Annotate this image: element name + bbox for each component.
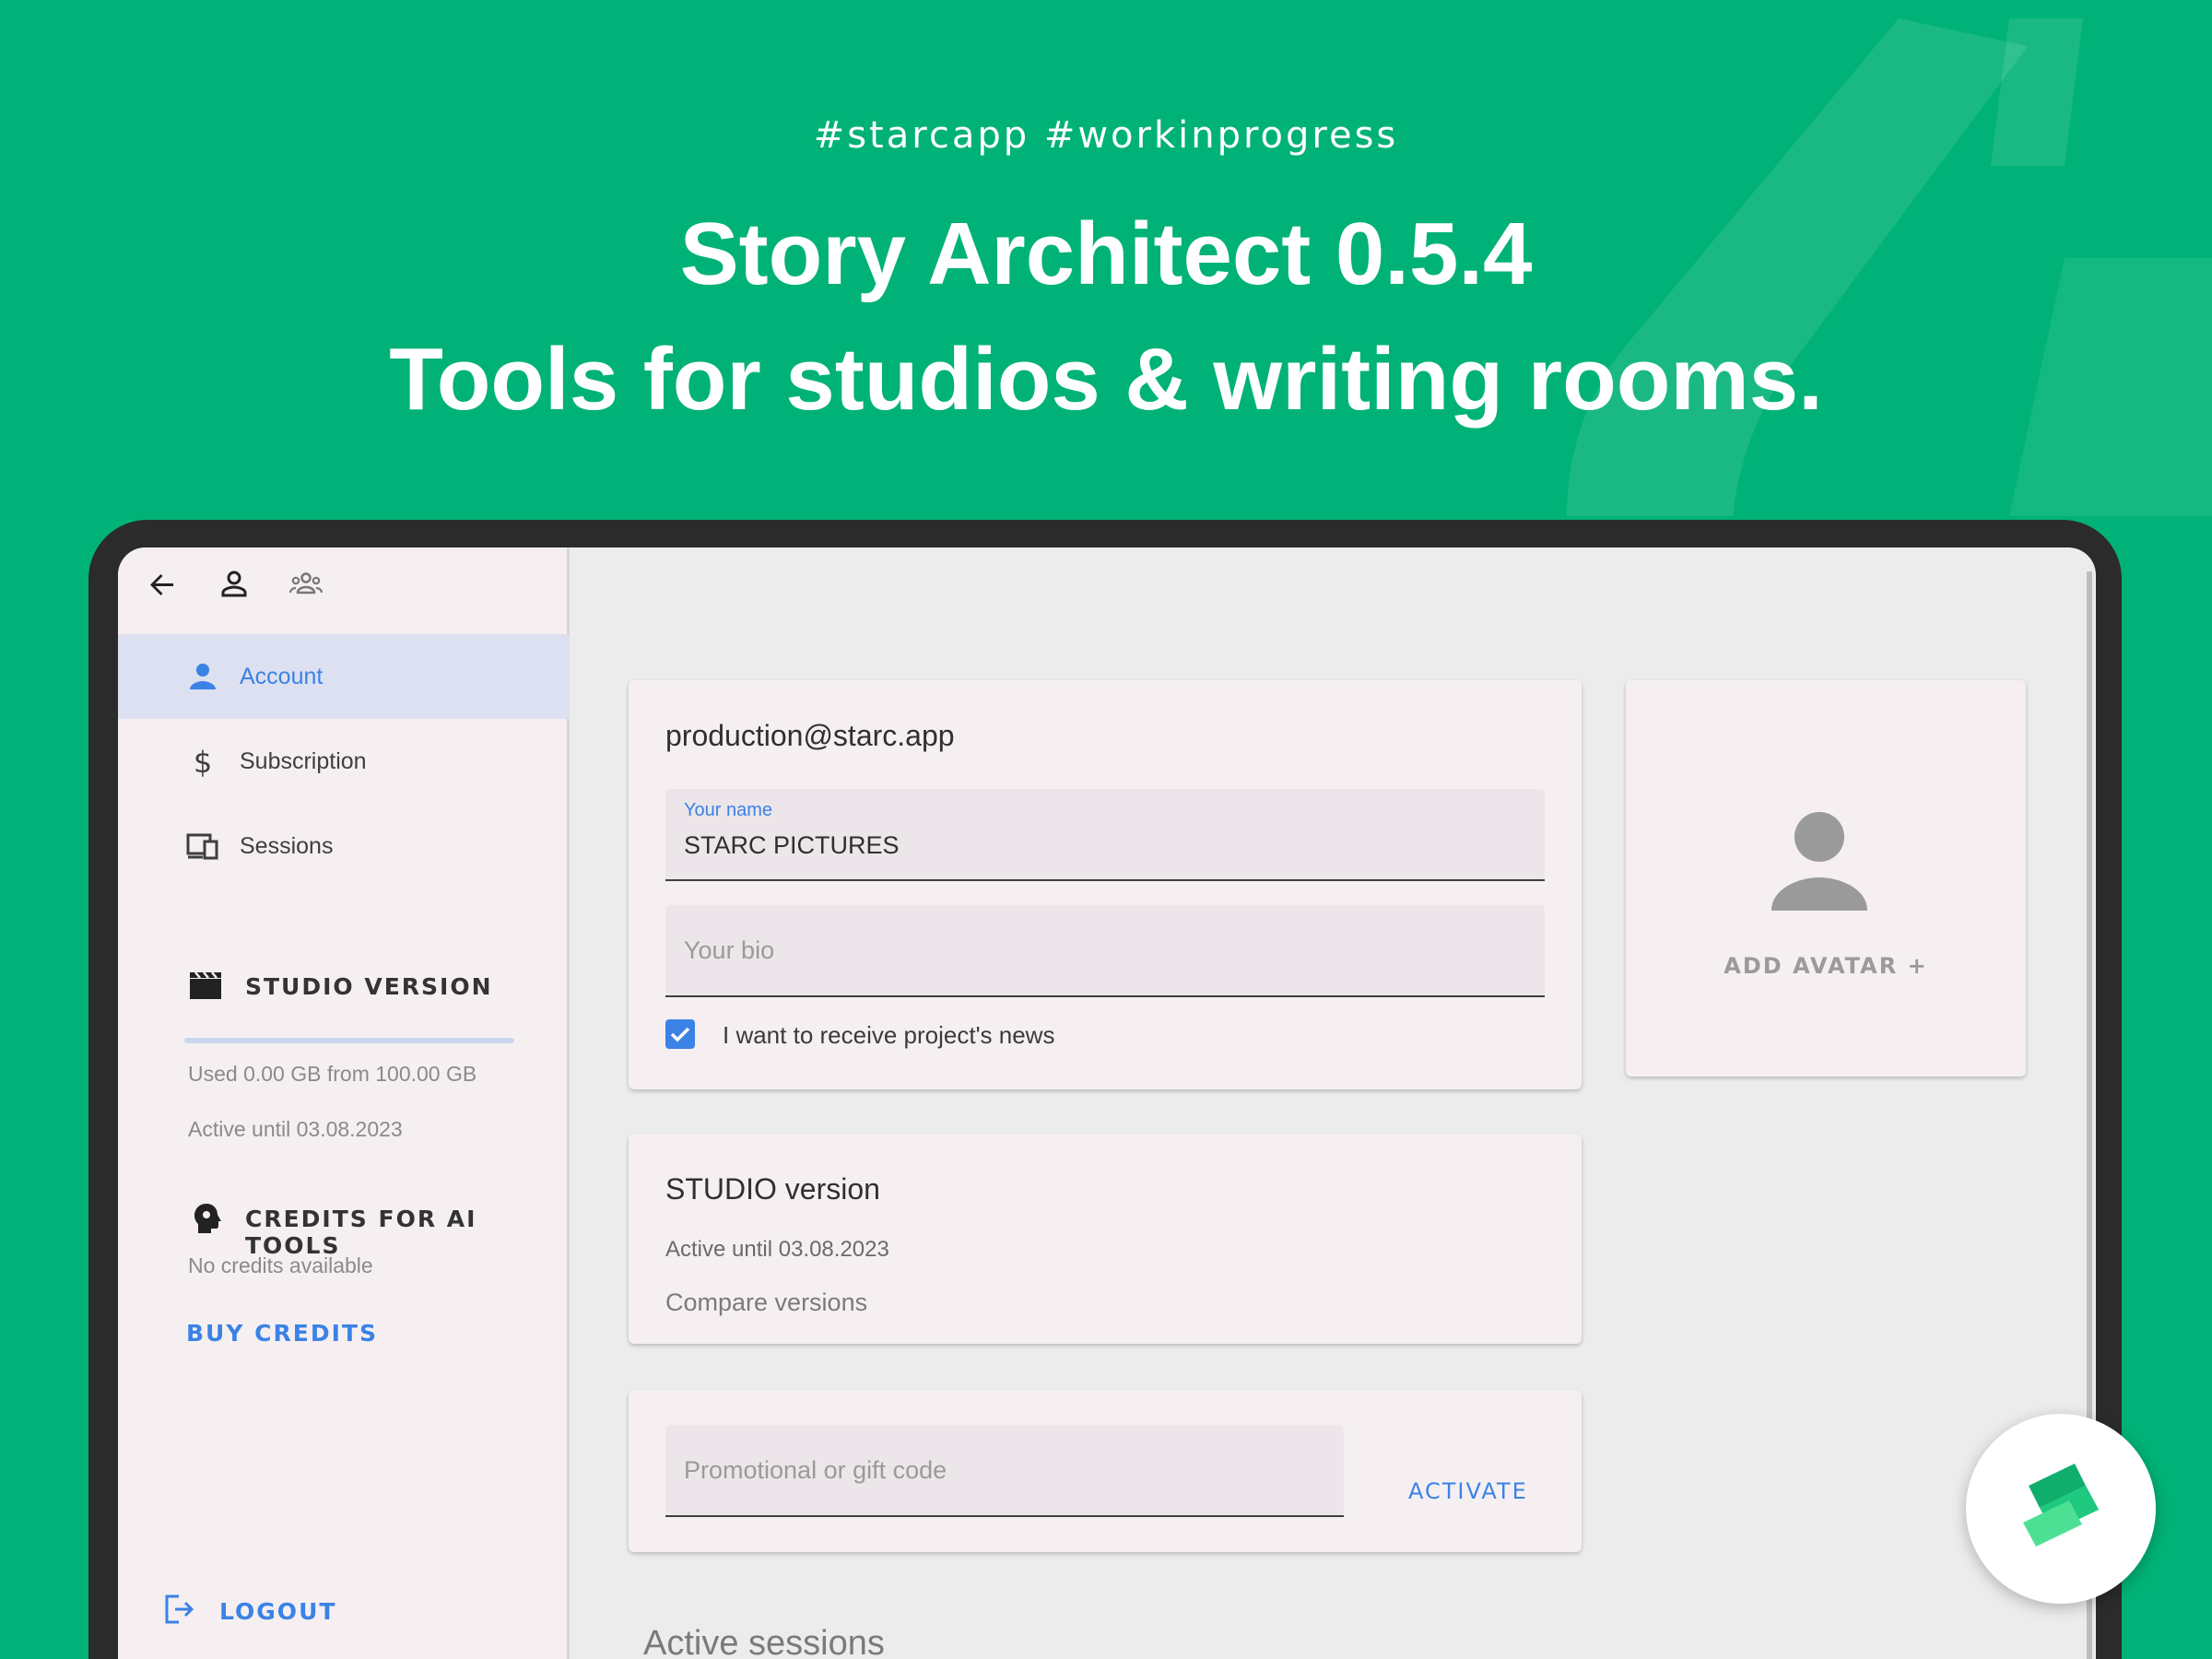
promo-code-field[interactable]: Promotional or gift code: [665, 1425, 1344, 1517]
bio-field-placeholder: Your bio: [684, 936, 775, 964]
brain-head-icon: [188, 1200, 225, 1237]
compare-versions-link[interactable]: Compare versions: [665, 1288, 867, 1317]
app-screen: Account $ Subscription Sessions STUDIO V…: [118, 547, 2096, 1659]
headline-title: Story Architect 0.5.4: [679, 205, 1533, 303]
promo-code-placeholder: Promotional or gift code: [684, 1456, 947, 1484]
account-card: production@starc.app Your name STARC PIC…: [629, 680, 1582, 1089]
hashtags: #starcapp #workinprogress: [813, 114, 1399, 157]
add-avatar-button[interactable]: ADD AVATAR +: [1626, 953, 2026, 979]
activate-button[interactable]: ACTIVATE: [1408, 1478, 1528, 1504]
team-icon[interactable]: [288, 566, 324, 607]
active-sessions-title: Active sessions: [643, 1624, 885, 1659]
credits-status: No credits available: [188, 1253, 373, 1277]
news-checkbox-label[interactable]: I want to receive project's news: [723, 1021, 1054, 1050]
arrow-left-icon[interactable]: [144, 566, 181, 607]
logout-icon[interactable]: [162, 1593, 195, 1626]
buy-credits-button[interactable]: BUY CREDITS: [186, 1320, 378, 1347]
sidebar-item-label: Sessions: [240, 832, 334, 859]
version-title: STUDIO version: [665, 1172, 880, 1206]
clapperboard-icon: [188, 968, 225, 1005]
person-icon: [186, 660, 219, 693]
version-active-until: Active until 03.08.2023: [665, 1237, 889, 1262]
storage-progress-bar: [184, 1038, 514, 1043]
sidebar-item-subscription[interactable]: $ Subscription: [118, 719, 570, 804]
studio-version-title: STUDIO VERSION: [245, 973, 493, 1000]
person-icon[interactable]: [216, 566, 253, 607]
sidebar-item-label: Account: [240, 663, 324, 689]
dollar-icon: $: [186, 745, 219, 780]
name-field[interactable]: Your name STARC PICTURES: [665, 789, 1545, 881]
sidebar-item-label: Subscription: [240, 747, 367, 774]
avatar-placeholder-icon: [1764, 807, 1875, 918]
news-checkbox[interactable]: [665, 1019, 695, 1049]
devices-icon: [186, 830, 219, 863]
name-field-label: Your name: [684, 800, 772, 820]
story-architect-logo-icon: [2023, 1464, 2099, 1547]
name-field-value: STARC PICTURES: [684, 831, 900, 859]
logout-button[interactable]: LOGOUT: [219, 1598, 336, 1625]
avatar-card[interactable]: ADD AVATAR +: [1626, 680, 2026, 1077]
sidebar-toolbar: [144, 568, 324, 605]
sidebar-item-sessions[interactable]: Sessions: [118, 804, 570, 888]
version-card: STUDIO version Active until 03.08.2023 C…: [629, 1134, 1582, 1344]
studio-active-until: Active until 03.08.2023: [188, 1117, 403, 1141]
promo-card: Promotional or gift code ACTIVATE: [629, 1390, 1582, 1552]
svg-text:$: $: [194, 745, 212, 778]
bio-field[interactable]: Your bio: [665, 905, 1545, 997]
storage-usage-text: Used 0.00 GB from 100.00 GB: [188, 1062, 477, 1086]
account-email: production@starc.app: [665, 719, 955, 752]
credits-title: CREDITS FOR AI TOOLS: [245, 1206, 477, 1259]
sidebar: Account $ Subscription Sessions STUDIO V…: [118, 547, 570, 1659]
app-logo-badge: [1966, 1414, 2156, 1604]
headline-subtitle: Tools for studios & writing rooms.: [389, 330, 1823, 429]
sidebar-item-account[interactable]: Account: [118, 634, 570, 719]
